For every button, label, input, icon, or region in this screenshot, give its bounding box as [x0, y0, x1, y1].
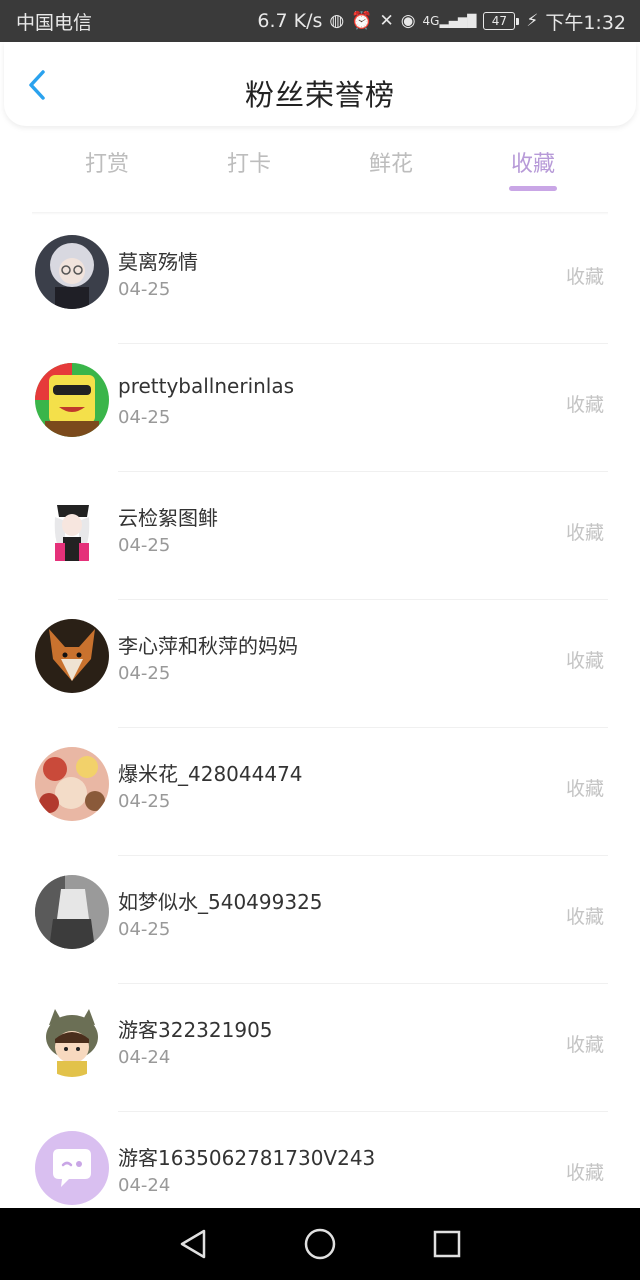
list-item[interactable]: 云检絮图鲱 04-25 收藏	[0, 472, 640, 600]
clock: 下午1:32	[545, 11, 626, 34]
anime-girl-avatar-icon	[35, 491, 109, 565]
avatar[interactable]	[35, 875, 109, 949]
data-saver-icon: ◍	[329, 10, 345, 31]
default-chat-avatar-icon	[35, 1131, 109, 1205]
page-title: 粉丝荣誉榜	[244, 78, 395, 112]
list-item[interactable]: 李心萍和秋萍的妈妈 04-25 收藏	[0, 600, 640, 728]
circle-home-icon	[304, 1228, 336, 1260]
network-speed: 6.7 K/s	[257, 10, 323, 32]
fan-date: 04-25	[118, 919, 171, 940]
action-label[interactable]: 收藏	[566, 1030, 604, 1057]
gothic-girl-avatar-icon	[35, 235, 109, 309]
sketch-girl-avatar-icon	[35, 875, 109, 949]
carrier-label: 中国电信	[16, 11, 93, 34]
triangle-back-icon	[181, 1229, 206, 1259]
action-label[interactable]: 收藏	[566, 262, 604, 289]
fan-date: 04-24	[118, 1047, 171, 1068]
avatar[interactable]	[35, 1131, 109, 1205]
avatar[interactable]	[35, 491, 109, 565]
eye-icon: ◉	[400, 10, 416, 31]
fan-date: 04-25	[118, 279, 171, 300]
list-item[interactable]: 游客322321905 04-24 收藏	[0, 984, 640, 1112]
fan-name: 李心萍和秋萍的妈妈	[118, 634, 298, 658]
nav-recents-button[interactable]	[427, 1224, 467, 1264]
battery-icon: 47	[483, 12, 520, 30]
fan-name: 莫离殇情	[118, 250, 198, 274]
fan-name: 爆米花_428044474	[118, 762, 303, 786]
fan-date: 04-25	[118, 663, 171, 684]
mute-icon: ✕	[379, 10, 394, 31]
action-label[interactable]: 收藏	[566, 774, 604, 801]
status-bar: 中国电信 6.7 K/s ◍ ⏰ ✕ ◉ 4G▂▄▆█ 47 ⚡ 下午1:32	[0, 0, 640, 42]
avatar[interactable]	[35, 747, 109, 821]
battery-level: 47	[491, 14, 508, 28]
action-label[interactable]: 收藏	[566, 518, 604, 545]
fan-date: 04-25	[118, 535, 171, 556]
fan-list: 莫离殇情 04-25 收藏 prettyballnerinlas 04-25 收…	[0, 216, 640, 1240]
action-label[interactable]: 收藏	[566, 646, 604, 673]
list-item[interactable]: 爆米花_428044474 04-25 收藏	[0, 728, 640, 856]
tab-favorites[interactable]: 收藏	[483, 146, 583, 178]
network-type-label: 4G	[422, 14, 440, 28]
alarm-icon: ⏰	[351, 10, 373, 31]
action-label[interactable]: 收藏	[566, 390, 604, 417]
totoro-kid-avatar-icon	[35, 1003, 109, 1077]
fan-name: prettyballnerinlas	[118, 374, 295, 398]
tab-checkin[interactable]: 打卡	[199, 146, 299, 178]
fan-name: 如梦似水_540499325	[118, 890, 323, 914]
fan-name: 游客1635062781730V243	[118, 1146, 376, 1170]
signal-icon: 4G▂▄▆█	[422, 14, 477, 28]
square-recents-icon	[433, 1230, 460, 1258]
cartoon-sponge-avatar-icon	[35, 363, 109, 437]
fan-name: 游客322321905	[118, 1018, 273, 1042]
action-label[interactable]: 收藏	[566, 1158, 604, 1185]
tabs-divider	[32, 212, 608, 215]
active-tab-indicator	[509, 186, 557, 191]
fan-date: 04-25	[118, 407, 171, 428]
avatar[interactable]	[35, 1003, 109, 1077]
status-icons: 6.7 K/s ◍ ⏰ ✕ ◉ 4G▂▄▆█ 47 ⚡ 下午1:32	[257, 8, 626, 35]
system-nav-bar	[0, 1208, 640, 1280]
nav-back-button[interactable]	[173, 1224, 213, 1264]
avatar[interactable]	[35, 363, 109, 437]
list-item[interactable]: 莫离殇情 04-25 收藏	[0, 216, 640, 344]
tab-bar: 打赏 打卡 鲜花 收藏	[0, 138, 640, 214]
fan-date: 04-24	[118, 1175, 171, 1196]
avatar[interactable]	[35, 235, 109, 309]
charging-icon: ⚡	[526, 10, 539, 31]
fox-avatar-icon	[35, 619, 109, 693]
list-item[interactable]: 如梦似水_540499325 04-25 收藏	[0, 856, 640, 984]
list-item[interactable]: prettyballnerinlas 04-25 收藏	[0, 344, 640, 472]
tab-flowers[interactable]: 鲜花	[341, 146, 441, 178]
illustration-avatar-icon	[35, 747, 109, 821]
fan-name: 云检絮图鲱	[118, 506, 218, 530]
fan-date: 04-25	[118, 791, 171, 812]
tab-reward[interactable]: 打赏	[57, 146, 157, 178]
nav-home-button[interactable]	[300, 1224, 340, 1264]
avatar[interactable]	[35, 619, 109, 693]
app-header: 粉丝荣誉榜	[4, 42, 636, 126]
action-label[interactable]: 收藏	[566, 902, 604, 929]
